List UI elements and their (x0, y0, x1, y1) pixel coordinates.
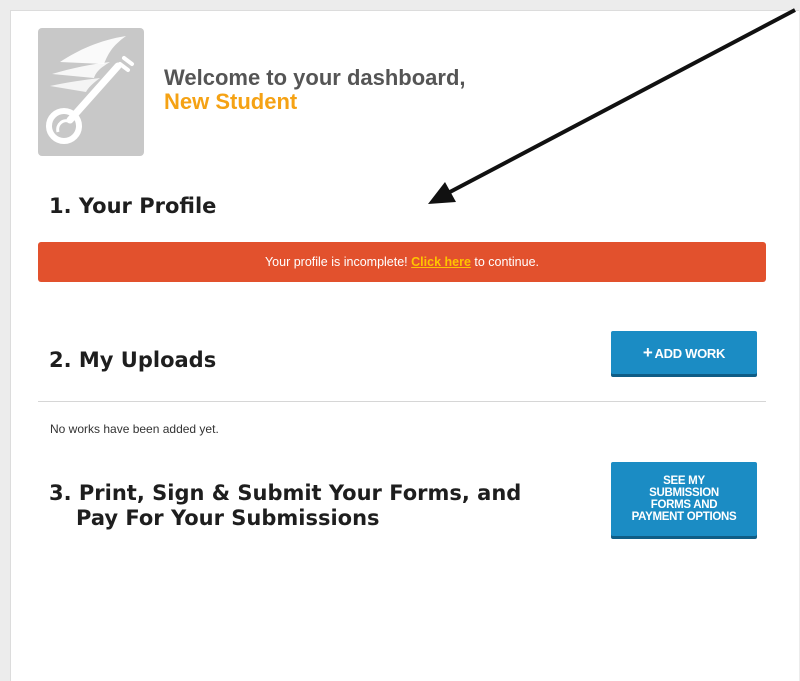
student-name: New Student (164, 89, 298, 114)
alert-text-before: Your profile is incomplete! (264, 255, 412, 269)
winged-key-icon (46, 36, 134, 144)
submit-section-title: 3. Print, Sign & Submit Your Forms, and … (49, 481, 521, 531)
alert-text-after: to continue. (470, 255, 540, 269)
uploads-section-title: 2. My Uploads (49, 348, 217, 372)
welcome-heading: Welcome to your dashboard, New Student (164, 66, 466, 114)
forms-button-line4: PAYMENT OPTIONS (631, 511, 737, 523)
click-here-link[interactable]: Click here (411, 255, 471, 269)
forms-button-line1: SEE MY (663, 475, 705, 487)
forms-button-line3: FORMS AND (650, 499, 718, 511)
submit-title-line1: 3. Print, Sign & Submit Your Forms, and (49, 481, 522, 505)
submission-forms-button[interactable]: SEE MY SUBMISSION FORMS AND PAYMENT OPTI… (611, 462, 757, 536)
section-divider (38, 401, 766, 402)
empty-uploads-message: No works have been added yet. (50, 422, 219, 436)
welcome-text: Welcome to your dashboard, (164, 65, 466, 90)
forms-button-line2: SUBMISSION (649, 487, 719, 499)
add-work-button[interactable]: + ADD WORK (611, 331, 757, 374)
submit-title-line2: Pay For Your Submissions (76, 506, 380, 530)
logo-image (38, 28, 144, 156)
profile-incomplete-alert: Your profile is incomplete! Click here t… (38, 242, 766, 282)
plus-icon: + (642, 343, 653, 362)
profile-section-title: 1. Your Profile (49, 194, 217, 218)
add-work-label: ADD WORK (654, 346, 726, 361)
